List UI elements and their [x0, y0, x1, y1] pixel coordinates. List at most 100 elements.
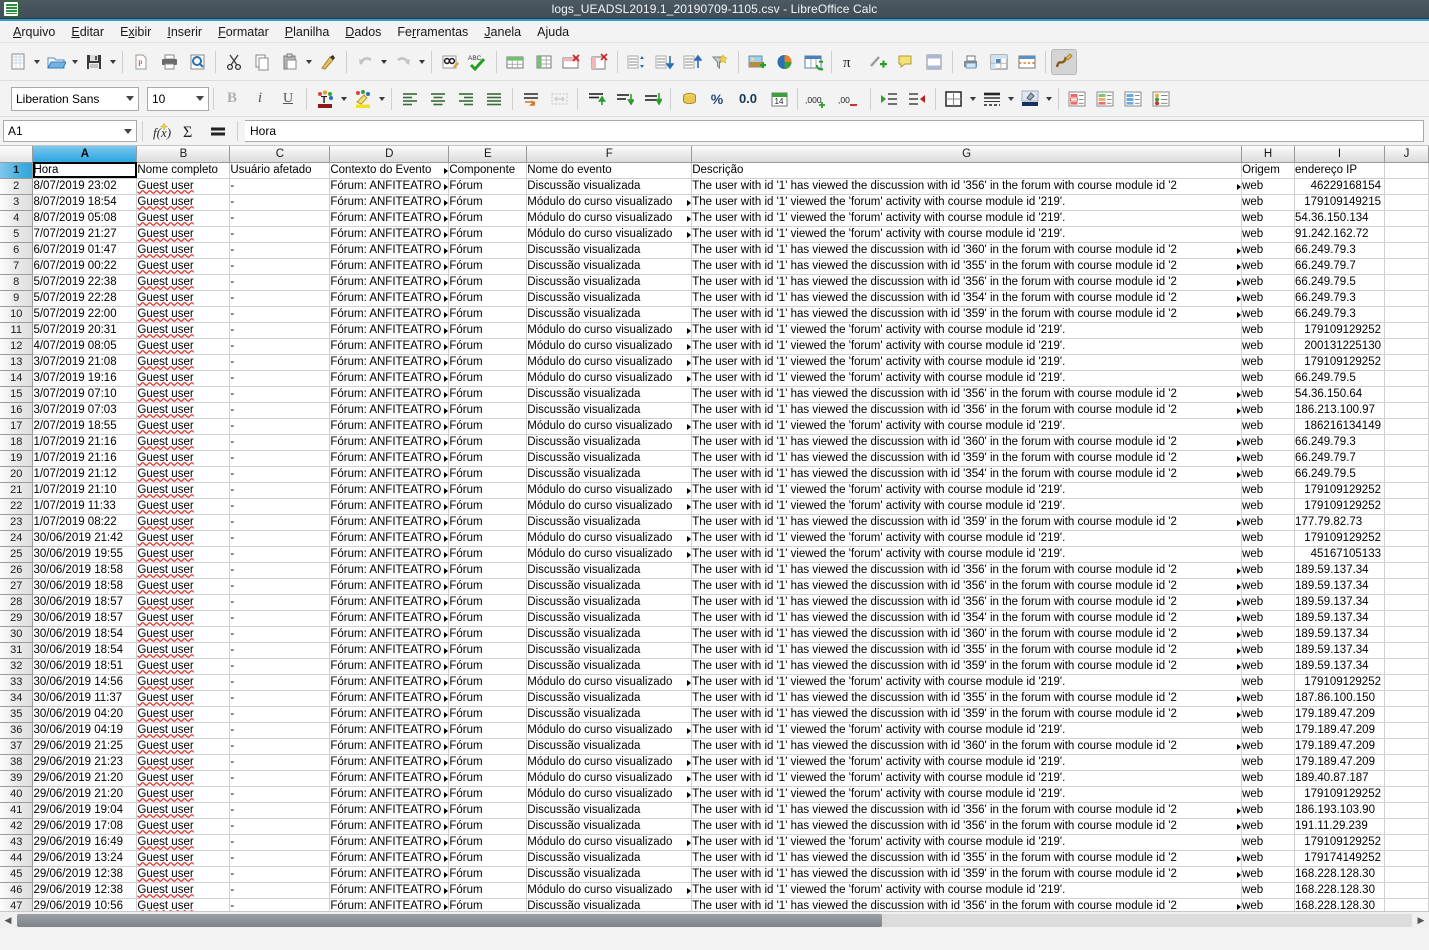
center-vertically-icon[interactable] — [611, 86, 637, 112]
cell-componente[interactable]: Fórum — [448, 818, 528, 835]
cell-descricao[interactable]: The user with id '1' viewed the 'forum' … — [691, 530, 1243, 547]
cell-empty[interactable] — [1384, 610, 1429, 627]
sort-descending-icon[interactable] — [679, 49, 705, 75]
cell-hora[interactable]: 29/06/2019 21:20 — [32, 770, 138, 787]
cell-usuario-afetado[interactable]: - — [229, 418, 331, 435]
cell-contexto-evento[interactable]: Fórum: ANFITEATRO — [329, 210, 450, 227]
cell-componente[interactable]: Fórum — [448, 850, 528, 867]
cell-descricao[interactable]: The user with id '1' viewed the 'forum' … — [691, 210, 1243, 227]
cell-nome-completo[interactable]: Guest user — [136, 498, 231, 515]
cell-contexto-evento[interactable]: Fórum: ANFITEATRO — [329, 658, 450, 675]
cell-hora[interactable]: 6/07/2019 00:22 — [32, 258, 138, 275]
insert-hyperlink-icon[interactable] — [865, 49, 891, 75]
cell-usuario-afetado[interactable]: - — [229, 482, 331, 499]
cell-endereco-ip[interactable]: 179109129252 — [1294, 674, 1385, 691]
row-header[interactable]: 8 — [0, 274, 34, 291]
conditional-formatting-icon[interactable] — [1064, 86, 1090, 112]
cell-empty[interactable] — [1384, 834, 1429, 851]
cell-empty[interactable] — [1384, 450, 1429, 467]
column-header-a[interactable]: A — [32, 146, 138, 163]
cell-origem[interactable]: web — [1241, 866, 1296, 883]
decrease-indent-icon[interactable] — [904, 86, 930, 112]
row-header[interactable]: 16 — [0, 402, 34, 419]
cell-descricao[interactable]: The user with id '1' has viewed the disc… — [691, 802, 1243, 819]
row-header[interactable]: 33 — [0, 674, 34, 691]
cell-nome-evento[interactable]: Discussão visualizada — [526, 738, 693, 755]
cell-endereco-ip[interactable]: 66.249.79.3 — [1294, 306, 1385, 323]
cell-nome-completo[interactable]: Guest user — [136, 370, 231, 387]
cell-componente[interactable]: Fórum — [448, 706, 528, 723]
menu-exibir[interactable]: Exibir — [112, 23, 159, 41]
save-icon[interactable] — [81, 49, 107, 75]
cell-hora[interactable]: 6/07/2019 01:47 — [32, 242, 138, 259]
cell-contexto-evento[interactable]: Fórum: ANFITEATRO — [329, 194, 450, 211]
cell-contexto-evento[interactable]: Fórum: ANFITEATRO — [329, 514, 450, 531]
cell-endereco-ip[interactable]: 187.86.100.150 — [1294, 690, 1385, 707]
cell-hora[interactable]: 1/07/2019 21:16 — [32, 450, 138, 467]
cell-hora[interactable]: 5/07/2019 22:38 — [32, 274, 138, 291]
cell-empty[interactable] — [1384, 866, 1429, 883]
cell-empty[interactable] — [1384, 258, 1429, 275]
sort-ascending-icon[interactable] — [651, 49, 677, 75]
cell-descricao[interactable]: The user with id '1' viewed the 'forum' … — [691, 754, 1243, 771]
cell-nome-completo[interactable]: Guest user — [136, 722, 231, 739]
cell-nome-evento[interactable]: Discussão visualizada — [526, 658, 693, 675]
cell-contexto-evento[interactable]: Fórum: ANFITEATRO — [329, 674, 450, 691]
cell-componente[interactable]: Fórum — [448, 898, 528, 911]
cell-origem[interactable]: web — [1241, 882, 1296, 899]
cell-usuario-afetado[interactable]: - — [229, 802, 331, 819]
cell-empty[interactable] — [1384, 498, 1429, 515]
comment-icon[interactable] — [893, 49, 919, 75]
highlighting-color-icon[interactable] — [350, 86, 376, 112]
cell-endereco-ip[interactable]: 179.189.47.209 — [1294, 706, 1385, 723]
menu-ajuda[interactable]: Ajuda — [529, 23, 577, 41]
cell-usuario-afetado[interactable]: - — [229, 402, 331, 419]
cell-descricao[interactable]: The user with id '1' has viewed the disc… — [691, 514, 1243, 531]
header-cell-e[interactable]: Componente — [448, 162, 528, 179]
cell-endereco-ip[interactable]: 186.213.100.97 — [1294, 402, 1385, 419]
cell-hora[interactable]: 3/07/2019 07:03 — [32, 402, 138, 419]
bold-icon[interactable]: B — [219, 86, 245, 112]
cell-nome-evento[interactable]: Módulo do curso visualizado — [526, 338, 693, 355]
cell-contexto-evento[interactable]: Fórum: ANFITEATRO — [329, 178, 450, 195]
cell-componente[interactable]: Fórum — [448, 402, 528, 419]
cell-componente[interactable]: Fórum — [448, 338, 528, 355]
insert-chart-icon[interactable] — [772, 49, 798, 75]
row-header[interactable]: 44 — [0, 850, 34, 867]
cell-origem[interactable]: web — [1241, 898, 1296, 911]
cell-endereco-ip[interactable]: 189.59.137.34 — [1294, 562, 1385, 579]
wrap-text-icon[interactable] — [518, 86, 544, 112]
row-header[interactable]: 21 — [0, 482, 34, 499]
cell-componente[interactable]: Fórum — [448, 434, 528, 451]
cell-empty[interactable] — [1384, 690, 1429, 707]
cell-usuario-afetado[interactable]: - — [229, 642, 331, 659]
cell-empty[interactable] — [1384, 578, 1429, 595]
header-cell-g[interactable]: Descrição — [691, 162, 1243, 179]
cell-usuario-afetado[interactable]: - — [229, 434, 331, 451]
cell-hora[interactable]: 30/06/2019 18:54 — [32, 642, 138, 659]
cell-contexto-evento[interactable]: Fórum: ANFITEATRO — [329, 642, 450, 659]
cell-componente[interactable]: Fórum — [448, 514, 528, 531]
cell-nome-completo[interactable]: Guest user — [136, 642, 231, 659]
function-wizard-icon[interactable]: f(x) — [149, 118, 175, 144]
export-pdf-icon[interactable]: P — [128, 49, 154, 75]
cell-componente[interactable]: Fórum — [448, 226, 528, 243]
column-icon[interactable] — [530, 49, 556, 75]
cell-hora[interactable]: 29/06/2019 10:56 — [32, 898, 138, 911]
row-header[interactable]: 32 — [0, 658, 34, 675]
merge-cells-icon[interactable] — [546, 86, 572, 112]
header-cell-h[interactable]: Origem — [1241, 162, 1296, 179]
cell-hora[interactable]: 30/06/2019 11:37 — [32, 690, 138, 707]
cell-nome-completo[interactable]: Guest user — [136, 530, 231, 547]
cell-usuario-afetado[interactable]: - — [229, 530, 331, 547]
cell-componente[interactable]: Fórum — [448, 370, 528, 387]
cell-empty[interactable] — [1384, 274, 1429, 291]
cell-origem[interactable]: web — [1241, 786, 1296, 803]
copy-icon[interactable] — [249, 49, 275, 75]
cell-componente[interactable]: Fórum — [448, 274, 528, 291]
cell-hora[interactable]: 29/06/2019 21:25 — [32, 738, 138, 755]
header-cell-a[interactable]: Hora — [32, 162, 138, 179]
cell-origem[interactable]: web — [1241, 706, 1296, 723]
define-print-area-icon[interactable] — [958, 49, 984, 75]
cell-origem[interactable]: web — [1241, 194, 1296, 211]
